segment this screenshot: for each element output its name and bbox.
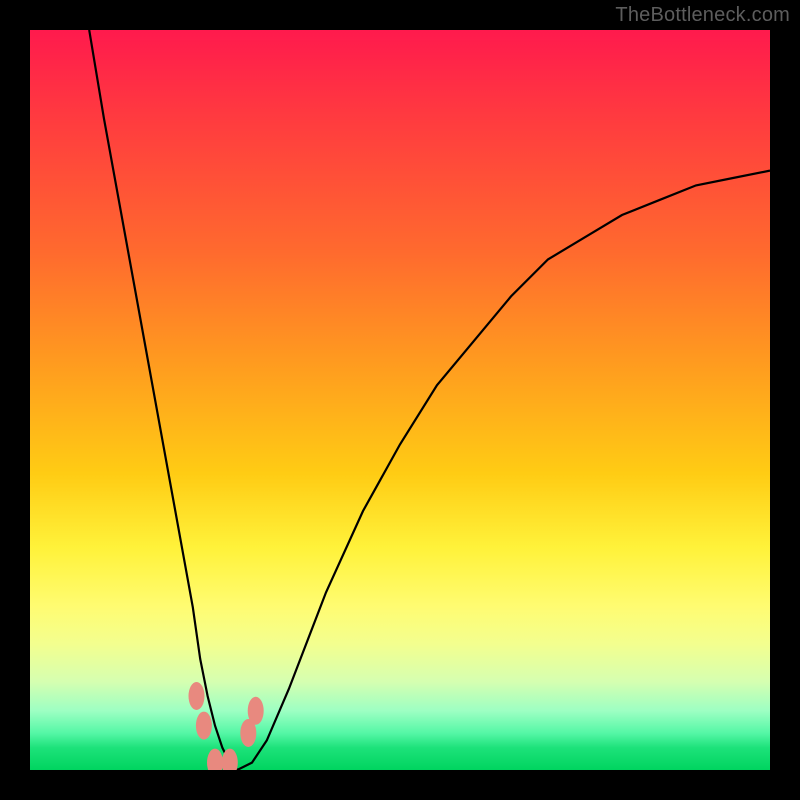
bottleneck-marker: [196, 712, 212, 740]
bottleneck-marker: [207, 749, 223, 770]
chart-frame: TheBottleneck.com: [0, 0, 800, 800]
chart-svg: [30, 30, 770, 770]
watermark-label: TheBottleneck.com: [615, 4, 790, 27]
bottleneck-curve: [89, 30, 770, 770]
bottleneck-markers: [189, 682, 264, 770]
chart-plot-area: [30, 30, 770, 770]
bottleneck-marker: [248, 697, 264, 725]
bottleneck-marker: [189, 682, 205, 710]
